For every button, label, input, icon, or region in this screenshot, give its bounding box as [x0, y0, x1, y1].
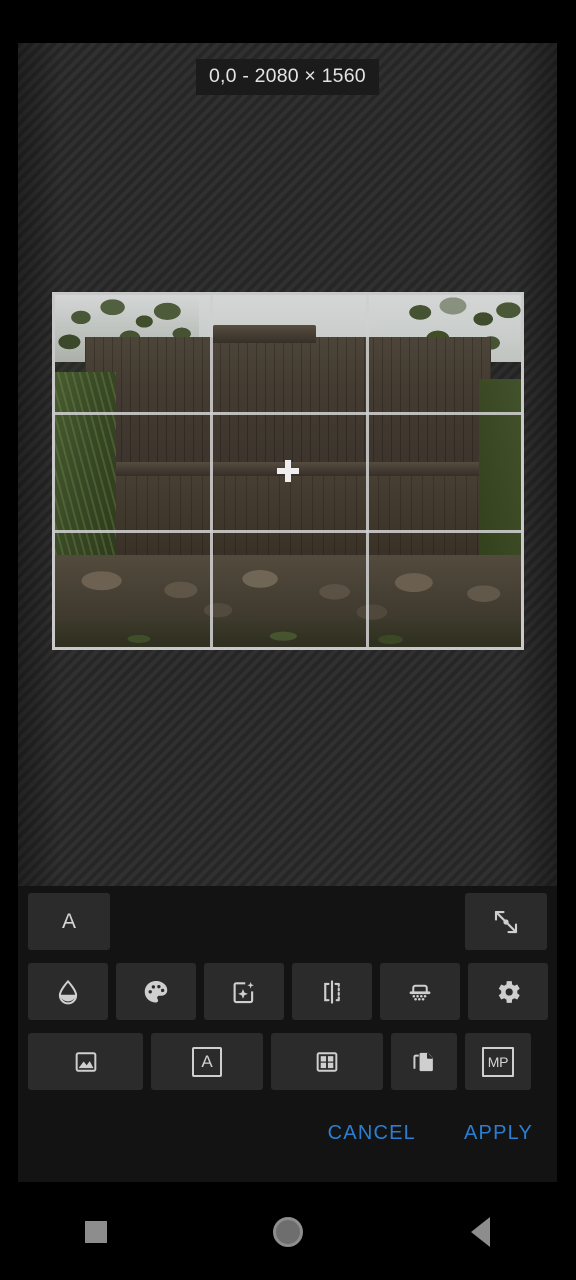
color-button[interactable]: [116, 963, 196, 1020]
recents-square-icon: [85, 1221, 107, 1243]
four-squares-icon: [313, 1048, 341, 1076]
toolbar-row-3: A MP: [28, 1033, 531, 1090]
grid-line-horizontal-1: [55, 412, 521, 416]
flip-horizontal-icon: [317, 977, 347, 1007]
auto-button-label: A: [61, 909, 76, 933]
cancel-button[interactable]: CANCEL: [322, 1114, 422, 1153]
home-circle-icon: [273, 1217, 303, 1247]
image-mode-button[interactable]: [28, 1033, 143, 1090]
nav-back-button[interactable]: [440, 1202, 520, 1262]
nav-home-button[interactable]: [248, 1202, 328, 1262]
palette-icon: [141, 977, 171, 1007]
letter-a-boxed-icon: A: [192, 1046, 222, 1077]
grid-line-horizontal-2: [55, 529, 521, 533]
enhance-button[interactable]: [204, 963, 284, 1020]
text-mode-button-label: A: [201, 1052, 213, 1071]
grid-line-vertical-1: [210, 295, 214, 647]
photo-icon: [72, 1048, 100, 1076]
crop-size-chip: 0,0 - 2080 × 1560: [196, 59, 379, 96]
crop-frame[interactable]: [52, 292, 524, 650]
copy-pages-icon: [410, 1048, 438, 1076]
megapixel-button-label: MP: [487, 1053, 509, 1070]
auto-enhance-sparkle-icon: [229, 977, 259, 1007]
despeckle-button[interactable]: [380, 963, 460, 1020]
megapixel-button[interactable]: MP: [465, 1033, 531, 1090]
resize-diagonal-icon: [491, 907, 521, 937]
nav-recents-button[interactable]: [56, 1202, 136, 1262]
flip-button[interactable]: [292, 963, 372, 1020]
grid-line-vertical-2: [365, 295, 369, 647]
invert-button[interactable]: [28, 963, 108, 1020]
android-nav-bar: [0, 1184, 576, 1280]
megapixel-boxed-icon: MP: [482, 1046, 514, 1077]
brush-dotted-icon: [405, 977, 435, 1007]
duplicate-pages-button[interactable]: [391, 1033, 457, 1090]
auto-button[interactable]: A: [28, 893, 110, 950]
status-bar: [0, 0, 576, 43]
grid-mode-button[interactable]: [271, 1033, 383, 1090]
bottom-toolbar: A A MP CANCEL APPLY: [18, 886, 557, 1182]
settings-button[interactable]: [468, 963, 548, 1020]
toolbar-row-2: [28, 963, 548, 1020]
text-mode-button[interactable]: A: [151, 1033, 263, 1090]
crop-move-handle-icon[interactable]: [277, 460, 299, 482]
water-drop-icon: [53, 977, 83, 1007]
action-bar: CANCEL APPLY: [322, 1114, 539, 1153]
toolbar-row-1: A: [28, 893, 547, 950]
app-root: 0,0 - 2080 × 1560 A A MP CANCEL APPLY: [0, 0, 576, 1280]
apply-button[interactable]: APPLY: [458, 1114, 539, 1153]
back-triangle-icon: [470, 1217, 490, 1247]
resize-button[interactable]: [465, 893, 547, 950]
gear-icon: [493, 977, 523, 1007]
